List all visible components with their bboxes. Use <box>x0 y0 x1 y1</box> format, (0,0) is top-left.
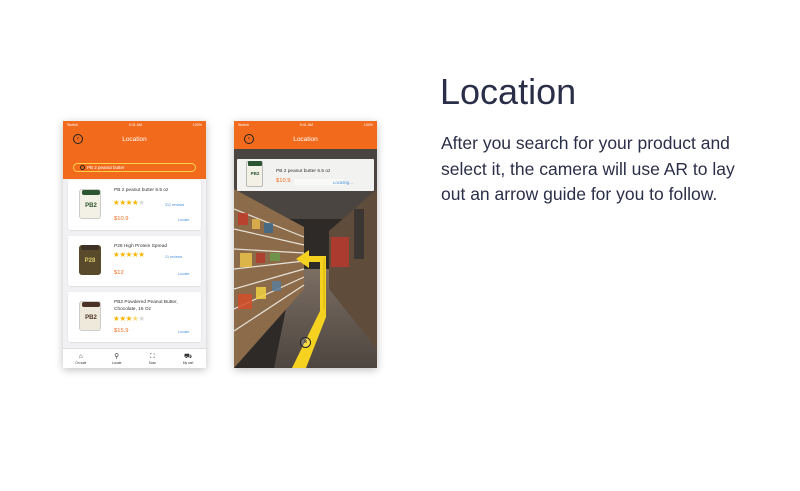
tab-locate[interactable]: ⚲ Locate <box>102 353 132 365</box>
rating-stars: ★★★★★ <box>113 198 145 207</box>
ar-camera-view: PB2 PB 2 peanut butter 6.5 oz $10.9 Loca… <box>234 149 377 368</box>
product-price: $10.9 <box>114 216 129 222</box>
tag-icon: ⌂ <box>78 352 83 360</box>
tab-label: Locate <box>111 360 122 365</box>
tab-scan[interactable]: ⛶ Scan <box>137 353 167 365</box>
cart-icon: ⛟ <box>184 352 193 360</box>
product-image: P28 <box>79 245 101 275</box>
product-image-label: PB2 <box>85 203 97 209</box>
product-price: $10.9 <box>276 178 291 184</box>
time-label: 9:41 AM <box>299 123 313 127</box>
nav-title: Location <box>122 135 147 143</box>
tab-label: Scan <box>148 360 156 365</box>
locate-button[interactable]: Locate <box>178 272 189 276</box>
phone-ar-screen: PB2 PB 2 peanut butter 6.5 oz $10.9 Loca… <box>234 121 377 368</box>
product-locating-card[interactable]: PB2 PB 2 peanut butter 6.5 oz $10.9 Loca… <box>237 159 374 191</box>
product-name: PB 2 peanut butter 6.5 oz <box>276 169 331 174</box>
scan-icon: ⛶ <box>150 352 155 360</box>
product-image-label: PB2 <box>250 171 260 176</box>
review-count[interactable]: 312 reviews <box>165 203 184 207</box>
phone-search-screen: Sketch 9:41 AM 100% ‹ Location PB 2 pean… <box>63 121 206 368</box>
status-bar: Sketch 9:41 AM 100% <box>234 121 377 129</box>
product-card[interactable]: P28 P28 High Protein Spread ★★★★★ 21 rev… <box>68 236 201 286</box>
status-bar: Sketch 9:41 AM 100% <box>63 121 206 129</box>
product-name: PB 2 peanut butter 6.5 oz <box>114 188 169 193</box>
search-input[interactable]: PB 2 peanut butter <box>73 163 196 172</box>
close-icon[interactable]: × <box>300 337 311 348</box>
chevron-left-circle-icon[interactable]: ‹ <box>73 134 83 144</box>
locate-button[interactable]: Locate <box>178 330 189 334</box>
product-price: $15.9 <box>114 328 129 334</box>
time-label: 9:41 AM <box>128 123 142 127</box>
rating-stars: ★★★★★ <box>113 314 145 323</box>
locating-status: Locating... <box>333 180 353 185</box>
tab-label: My cart <box>182 360 194 365</box>
product-card[interactable]: PB2 PB2 Powdered Peanut Butter, Chocolat… <box>68 292 201 342</box>
nav-title: Location <box>293 135 318 143</box>
product-image: PB2 <box>79 301 101 331</box>
tab-label: On sale <box>75 360 87 365</box>
review-count[interactable]: 21 reviews <box>165 255 182 259</box>
nav-bar: ‹ Location <box>234 129 377 149</box>
product-name: PB2 Powdered Peanut Butter, Chocolate, 1… <box>114 300 178 312</box>
chevron-left-circle-icon[interactable]: ‹ <box>244 134 254 144</box>
search-icon <box>80 165 85 170</box>
locate-button[interactable]: Locate <box>178 218 189 222</box>
tab-bar: ⌂ On sale ⚲ Locate ⛶ Scan ⛟ My cart <box>63 348 206 368</box>
rating-stars: ★★★★★ <box>113 250 145 259</box>
search-value: PB 2 peanut butter <box>87 165 125 170</box>
product-image-label: PB2 <box>85 315 97 321</box>
page-title: Location <box>440 71 577 112</box>
product-image: PB2 <box>79 189 101 219</box>
battery-label: 100% <box>363 123 373 127</box>
nav-bar: ‹ Location <box>63 129 206 149</box>
product-image: PB2 <box>246 161 263 187</box>
tab-my-cart[interactable]: ⛟ My cart <box>173 353 203 365</box>
carrier-label: Sketch <box>238 123 249 127</box>
carrier-label: Sketch <box>67 123 78 127</box>
search-header: PB 2 peanut butter <box>63 149 206 179</box>
feature-description: After you search for your product and se… <box>441 133 735 204</box>
product-image-label: P28 <box>84 258 96 264</box>
product-price: $12 <box>114 270 124 276</box>
search-icon: ⚲ <box>114 352 119 360</box>
battery-label: 100% <box>192 123 202 127</box>
product-card[interactable]: PB2 PB 2 peanut butter 6.5 oz ★★★★★ 312 … <box>68 180 201 230</box>
tab-on-sale[interactable]: ⌂ On sale <box>66 353 96 365</box>
